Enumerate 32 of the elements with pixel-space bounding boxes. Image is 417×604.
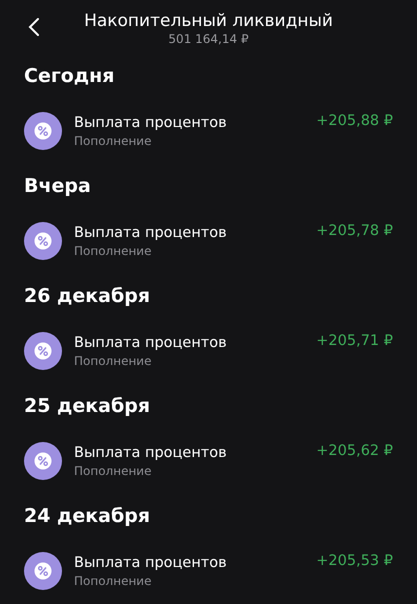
date-heading: 25 декабря (23, 394, 152, 419)
date-heading: Сегодня (23, 64, 116, 89)
transaction-title: Выплата процентов (74, 334, 228, 352)
transaction-title: Выплата процентов (74, 444, 228, 462)
transaction-row[interactable]: Выплата процентов Пополнение +205,53 ₽ (0, 538, 417, 604)
transaction-row[interactable]: Выплата процентов Пополнение +205,78 ₽ (0, 208, 417, 274)
transaction-title: Выплата процентов (74, 554, 228, 572)
transaction-type: Пополнение (74, 242, 152, 258)
date-heading: 24 декабря (23, 504, 152, 529)
transaction-type: Пополнение (74, 132, 152, 148)
date-heading: 26 декабря (23, 284, 152, 309)
date-heading: Вчера (23, 174, 92, 199)
transaction-row[interactable]: Выплата процентов Пополнение +205,71 ₽ (0, 318, 417, 384)
percent-icon (24, 332, 62, 370)
transaction-row[interactable]: Выплата процентов Пополнение +205,62 ₽ (0, 428, 417, 494)
transaction-amount: +205,88 ₽ (316, 112, 393, 131)
account-balance: 501 164,14 ₽ (168, 32, 249, 47)
transaction-title: Выплата процентов (74, 224, 228, 242)
percent-icon (24, 552, 62, 590)
account-title: Накопительный ликвидный (84, 11, 333, 32)
percent-icon (24, 442, 62, 480)
transaction-amount: +205,62 ₽ (316, 442, 393, 461)
transaction-row[interactable]: Выплата процентов Пополнение +205,88 ₽ (0, 98, 417, 164)
transaction-type: Пополнение (74, 462, 152, 478)
transaction-amount: +205,71 ₽ (316, 332, 393, 351)
percent-icon (24, 222, 62, 260)
transaction-amount: +205,53 ₽ (316, 552, 393, 571)
transaction-amount: +205,78 ₽ (316, 222, 393, 241)
transaction-type: Пополнение (74, 352, 152, 368)
percent-icon (24, 112, 62, 150)
transaction-type: Пополнение (74, 572, 152, 588)
transaction-title: Выплата процентов (74, 114, 228, 132)
